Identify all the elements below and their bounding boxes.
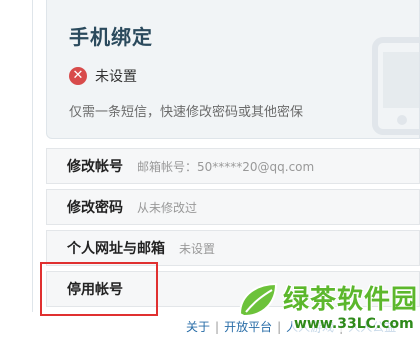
watermark-site-name: 绿茶软件园 [283,285,419,315]
personal-url-email-label: 个人网址与邮箱 [67,241,165,257]
footer-link-about[interactable]: 关于 [186,318,210,335]
binding-status: ✕ 未设置 [69,66,137,86]
phone-binding-title: 手机绑定 [69,25,153,49]
binding-description: 仅需一条短信，快速修改密码或其他密保 [69,105,304,120]
footer-link-open-platform[interactable]: 开放平台 [224,318,272,335]
binding-status-text: 未设置 [95,69,137,85]
change-password-row[interactable]: 修改密码 从未修改过 [46,189,420,225]
phone-icon [372,37,419,135]
error-icon: ✕ [69,67,87,85]
phone-binding-card: 手机绑定 ✕ 未设置 仅需一条短信，快速修改密码或其他密保 [46,0,420,139]
watermark-site-url: www.33LC.com [292,316,416,332]
footer-separator: | [277,319,282,334]
change-account-label: 修改帐号 [67,159,123,175]
watermark-logo-icon [238,282,278,318]
footer-separator: | [215,319,220,334]
change-password-label: 修改密码 [67,200,123,216]
left-divider [32,0,33,312]
change-account-row[interactable]: 修改帐号 邮箱帐号：50*****20@qq.com [46,148,420,184]
personal-url-email-row[interactable]: 个人网址与邮箱 未设置 [46,230,420,266]
highlight-annotation [40,262,158,316]
change-password-value: 从未修改过 [137,200,198,215]
personal-url-email-value: 未设置 [179,241,216,256]
change-account-value: 邮箱帐号：50*****20@qq.com [137,159,315,174]
